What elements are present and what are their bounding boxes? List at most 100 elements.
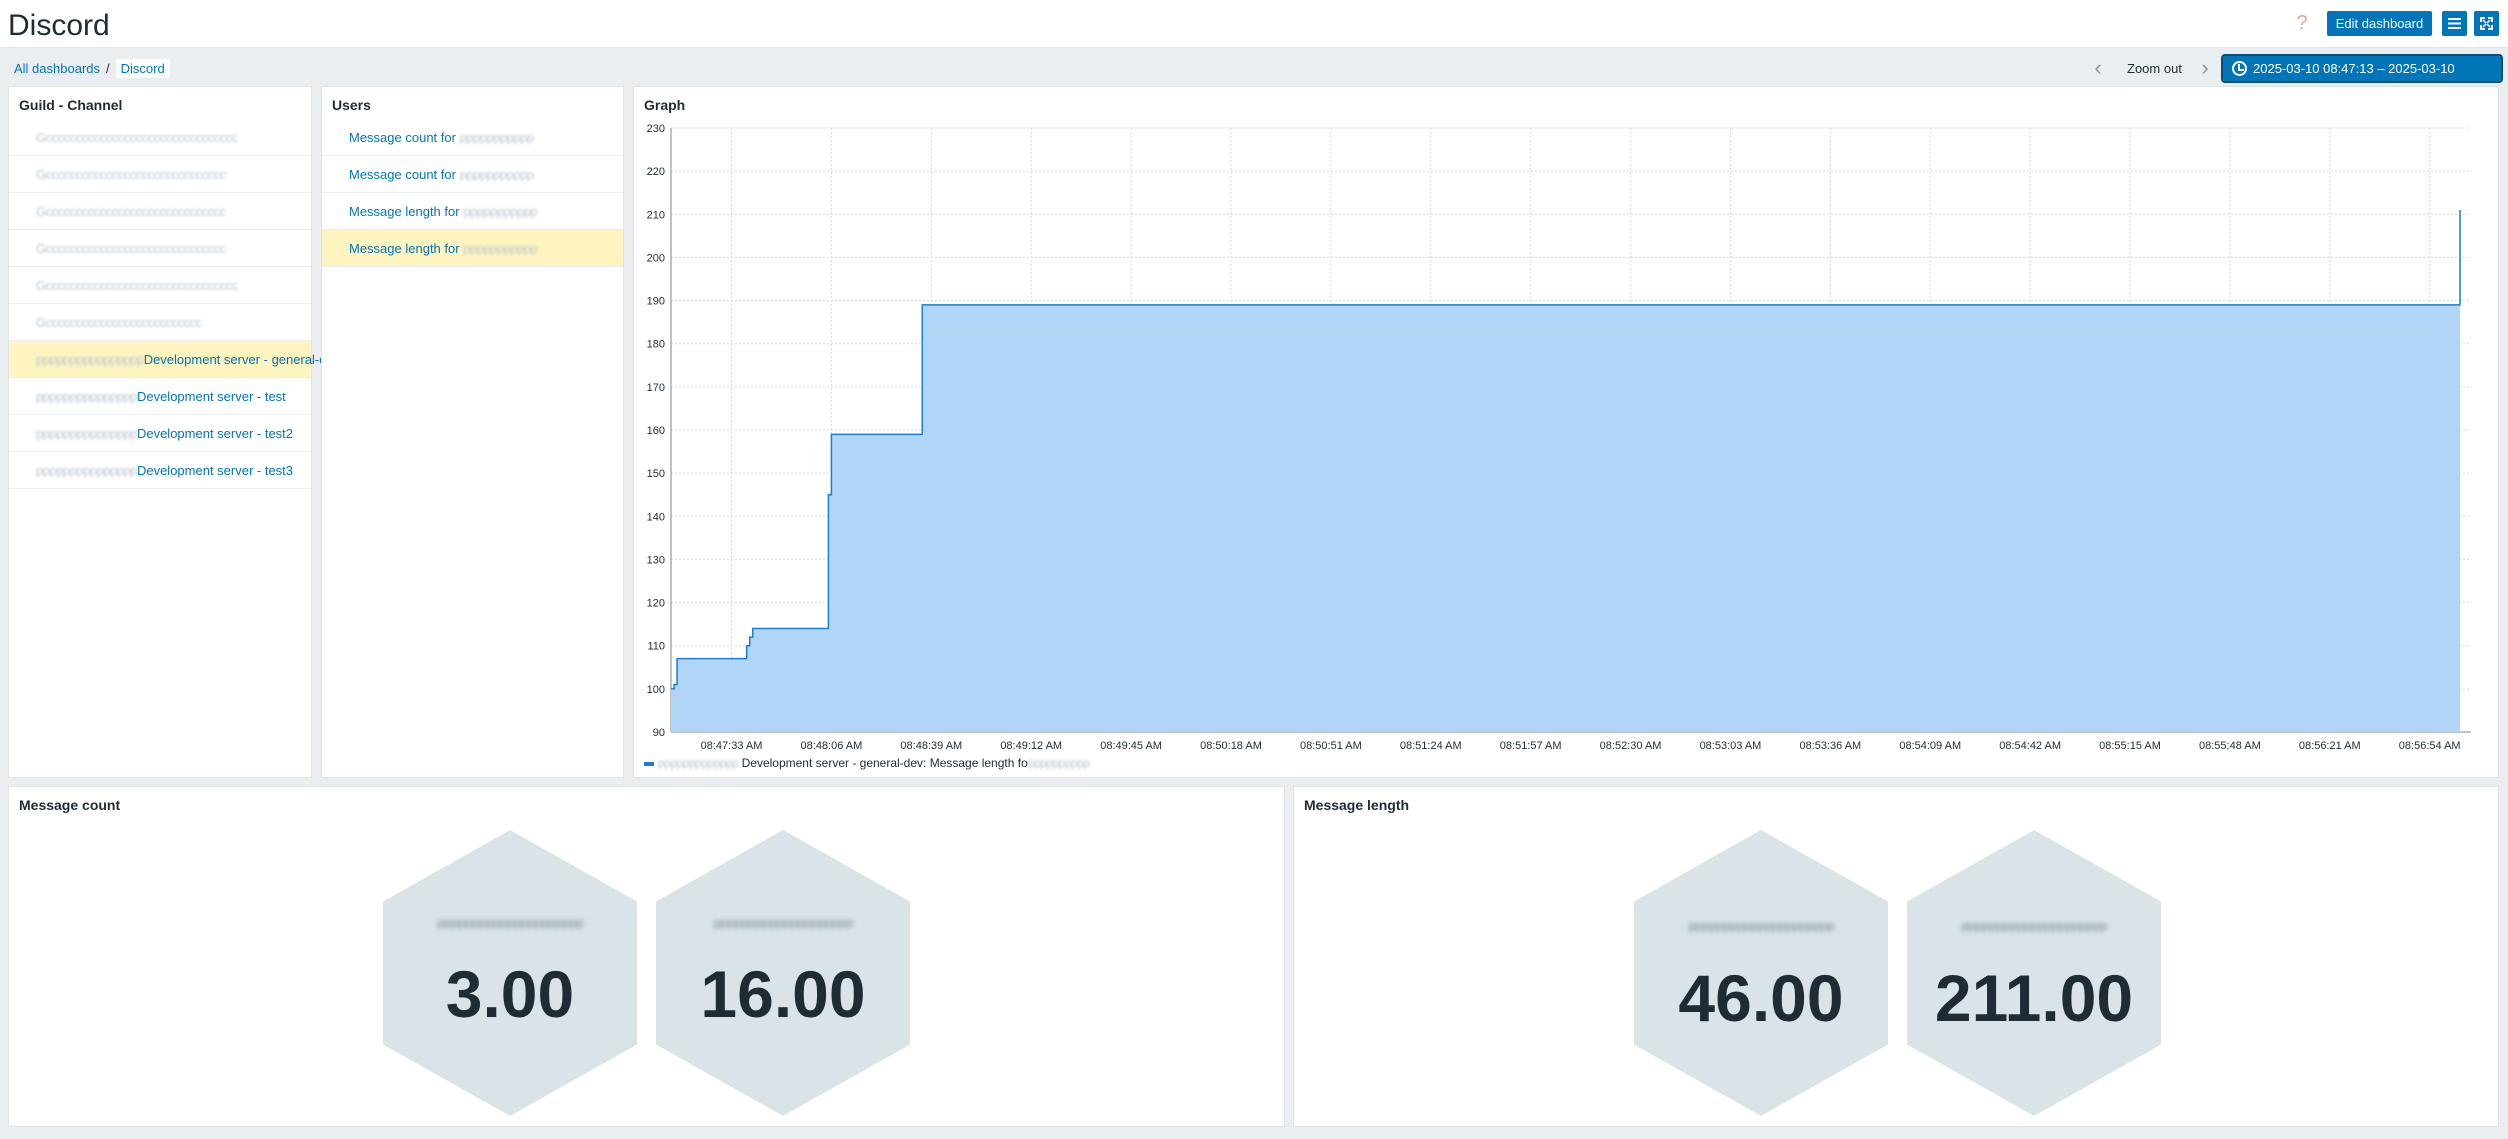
user-item-label: Message count for	[349, 167, 456, 182]
guild-name-blurred: ppppppppppppppp	[36, 426, 137, 441]
guild-channel-widget: Guild - Channel Gccccccccccccccccccccccc…	[8, 86, 340, 778]
x-tick-label: 08:48:39 AM	[900, 740, 962, 752]
widget-title: Message length	[1304, 797, 1410, 813]
breadcrumb-separator: /	[106, 61, 110, 76]
help-icon[interactable]: ?	[2291, 10, 2313, 36]
item-value-cell: ppppppppppppppppppppp 3.00	[383, 830, 637, 1116]
zoom-out-button[interactable]: Zoom out	[2127, 61, 2182, 76]
x-tick-label: 08:56:54 AM	[2399, 740, 2461, 752]
fullscreen-icon	[2480, 17, 2493, 30]
guild-channel-item[interactable]: ppppppppppppppppDevelopment server - gen…	[9, 341, 340, 378]
breadcrumb-all-dashboards[interactable]: All dashboards	[14, 61, 100, 76]
user-item[interactable]: Message length for ppppppppppp	[322, 230, 623, 267]
cell-label-blurred: ppppppppppppppppppppp	[437, 915, 584, 930]
x-tick-label: 08:56:21 AM	[2299, 740, 2361, 752]
guild-channel-item[interactable]: Gcccccccccccccccccccccccccccccc	[9, 193, 311, 230]
user-item[interactable]: Message length for ppppppppppp	[322, 193, 623, 230]
guild-channel-item[interactable]: pppppppppppppppDevelopment server - test	[9, 378, 311, 415]
y-tick-label: 100	[647, 684, 665, 696]
item-value-cell: pppppppppppppppppppp 16.00	[656, 830, 910, 1116]
cell-value: 16.00	[700, 957, 866, 1031]
chevron-right-icon[interactable]: ›	[2198, 57, 2212, 79]
x-tick-label: 08:54:42 AM	[1999, 740, 2061, 752]
breadcrumb: All dashboards / Discord	[14, 59, 170, 78]
actions-menu-button[interactable]	[2442, 11, 2467, 36]
x-tick-label: 08:55:15 AM	[2099, 740, 2161, 752]
user-item-label: Message length for	[349, 204, 460, 219]
y-tick-label: 150	[647, 468, 665, 480]
guild-channel-item[interactable]: Gcccccccccccccccccccccccccccccccc	[9, 119, 311, 156]
user-item[interactable]: Message count for ppppppppppp	[322, 119, 623, 156]
item-value-cell: ppppppppppppppppppppp 211.00	[1907, 830, 2161, 1116]
page-title: Discord	[8, 9, 110, 42]
y-tick-label: 210	[647, 209, 665, 221]
cell-value: 211.00	[1934, 961, 2134, 1035]
guild-channel-list: Gcccccccccccccccccccccccccccccccc Gcccccc…	[9, 119, 340, 489]
x-tick-label: 08:53:36 AM	[1799, 740, 1861, 752]
x-tick-label: 08:47:33 AM	[701, 740, 763, 752]
x-tick-label: 08:49:12 AM	[1000, 740, 1062, 752]
time-range-button[interactable]: 2025-03-10 08:47:13 – 2025-03-10 08:57:0…	[2221, 54, 2503, 101]
users-list: Message count for ppppppppppp Message cou…	[322, 119, 623, 267]
x-tick-label: 08:55:48 AM	[2199, 740, 2261, 752]
guild-name-blurred: Gcccccccccccccccccccccccccccccccc	[36, 278, 238, 293]
graph-legend: ppppppppppppp Development server - gener…	[644, 756, 1090, 770]
user-item-label: Message length for	[349, 241, 460, 256]
legend-swatch	[644, 761, 654, 766]
guild-channel-item[interactable]: Gcccccccccccccccccccccccccccccccc	[9, 267, 311, 304]
legend-label: Development server - general-dev: Messag…	[741, 756, 1028, 770]
guild-channel-item[interactable]: pppppppppppppppDevelopment server - test…	[9, 452, 311, 489]
chevron-left-icon[interactable]: ‹	[2091, 57, 2105, 79]
message-length-widget: Message length ppppppppppppppppppppp 46.0…	[1293, 786, 2499, 1127]
widget-title: Users	[332, 97, 371, 113]
y-tick-label: 200	[647, 252, 665, 264]
y-tick-label: 190	[647, 296, 665, 308]
user-item[interactable]: Message count for ppppppppppp	[322, 156, 623, 193]
edit-dashboard-button[interactable]: Edit dashboard	[2327, 11, 2432, 36]
y-tick-label: 180	[647, 339, 665, 351]
x-tick-label: 08:53:03 AM	[1700, 740, 1762, 752]
breadcrumb-current[interactable]: Discord	[115, 59, 170, 78]
guild-name-blurred: ppppppppppppppp	[36, 463, 137, 478]
guild-channel-item[interactable]: pppppppppppppppDevelopment server - test…	[9, 415, 311, 452]
cell-label-blurred: ppppppppppppppppppppp	[1961, 918, 2108, 933]
guild-channel-item[interactable]: Gcccccccccccccccccccccccccccccc	[9, 230, 311, 267]
users-widget: Users Message count for ppppppppppp Messa…	[321, 86, 624, 778]
user-name-blurred: ppppppppppp	[459, 167, 535, 182]
clock-icon	[2232, 61, 2247, 76]
guild-channel-label: Development server - test3	[136, 463, 294, 478]
guild-name-blurred: Gcccccccccccccccccccccccccccccc	[36, 204, 226, 219]
cell-value: 46.00	[1678, 961, 1844, 1035]
y-tick-label: 120	[647, 598, 665, 610]
y-tick-label: 90	[653, 727, 665, 739]
user-name-blurred: ppppppppppp	[459, 130, 535, 145]
widget-title: Message count	[19, 797, 121, 813]
fullscreen-button[interactable]	[2474, 11, 2499, 36]
guild-channel-label: Development server - general-dev	[143, 352, 341, 367]
page-header: Discord ? Edit dashboard	[0, 0, 2508, 48]
widget-title: Guild - Channel	[19, 97, 123, 113]
series-area	[671, 304, 2460, 732]
x-tick-label: 08:51:24 AM	[1400, 740, 1462, 752]
guild-channel-label: Development server - test	[136, 389, 286, 404]
graph-chart[interactable]: 90 100 110 120 130 140 150 160 170 180 190 200 210 22…	[634, 87, 2500, 779]
legend-blurred-prefix: ppppppppppppp	[658, 756, 739, 770]
guild-name-blurred: ppppppppppppppp	[36, 389, 137, 404]
y-tick-label: 130	[647, 554, 665, 566]
guild-channel-item[interactable]: Gcccccccccccccccccccccccccccccc	[9, 156, 311, 193]
y-tick-label: 170	[647, 382, 665, 394]
y-tick-label: 140	[647, 511, 665, 523]
x-tick-label: 08:48:06 AM	[801, 740, 863, 752]
graph-widget: Graph 90 100 110 120 130 140 150 160 170 180 190 20…	[633, 86, 2499, 778]
guild-name-blurred: Gcccccccccccccccccccccccccccccc	[36, 167, 226, 182]
user-name-blurred: ppppppppppp	[463, 241, 538, 256]
guild-channel-label: Development server - test2	[136, 426, 294, 441]
y-tick-label: 230	[647, 123, 665, 135]
x-tick-label: 08:50:18 AM	[1200, 740, 1262, 752]
x-tick-label: 08:50:51 AM	[1300, 740, 1362, 752]
guild-name-blurred: Gcccccccccccccccccccccccccccccc	[36, 241, 226, 256]
x-tick-label: 08:52:30 AM	[1600, 740, 1662, 752]
guild-channel-item[interactable]: Gcccccccccccccccccccccccccc	[9, 304, 311, 341]
y-tick-label: 220	[647, 166, 665, 178]
cell-label-blurred: pppppppppppppppppppp	[713, 915, 854, 930]
